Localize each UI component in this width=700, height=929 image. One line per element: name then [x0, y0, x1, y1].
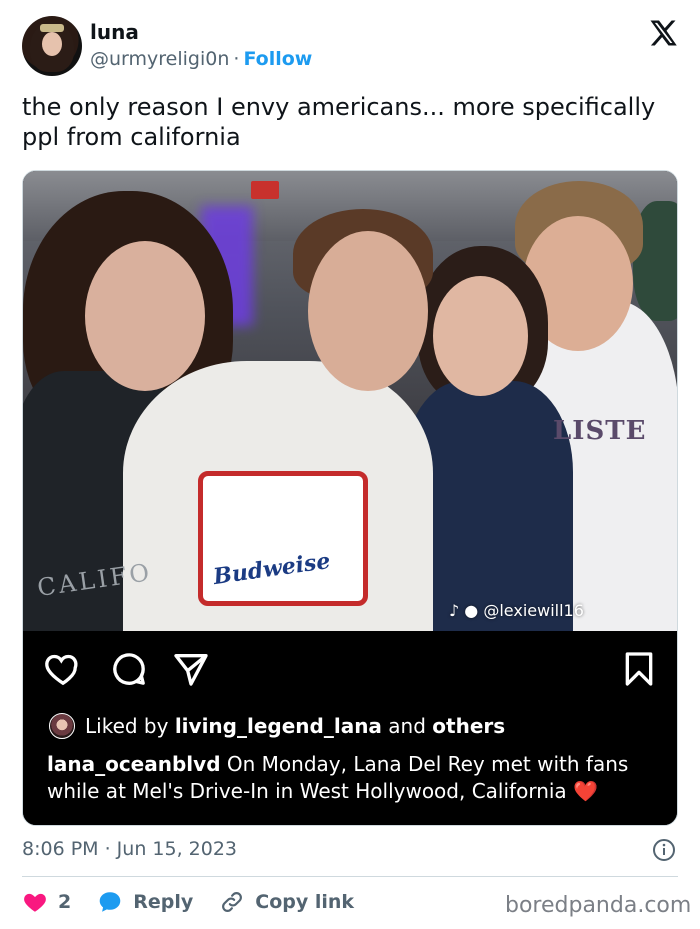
liked-prefix: Liked by: [85, 714, 169, 738]
tweet-text: the only reason I envy americans... more…: [22, 93, 656, 151]
liked-and: and: [388, 714, 426, 738]
heart-emoji: ❤️: [573, 779, 598, 803]
bookmark-icon[interactable]: [619, 649, 659, 689]
tweet-card: luna @urmyreligi0n · Follow the only reaso…: [0, 0, 700, 929]
liked-user[interactable]: living_legend_lana: [175, 714, 382, 738]
reply-bubble-icon: [99, 892, 121, 912]
tweet-media[interactable]: CALIFO Budweise LISTE ♪ ● @lexiewill16 L…: [22, 170, 678, 826]
author-handle-row: @urmyreligi0n · Follow: [90, 48, 312, 70]
copy-link-button[interactable]: Copy link: [219, 889, 354, 915]
photo-watermark: ♪ ● @lexiewill16: [449, 601, 584, 620]
author-avatar[interactable]: [22, 16, 82, 76]
heart-icon[interactable]: [43, 649, 83, 689]
reply-button[interactable]: Reply: [97, 889, 193, 915]
reply-label: Reply: [133, 891, 194, 913]
tweet-timestamp[interactable]: 8:06 PM · Jun 15, 2023: [22, 838, 237, 860]
separator-dot: ·: [233, 48, 240, 70]
copy-link-label: Copy link: [255, 891, 355, 913]
tweet-actions: 2 Reply Copy link: [22, 888, 380, 916]
liked-by-row[interactable]: Liked by living_legend_lana and others: [49, 711, 505, 741]
liker-avatar: [49, 713, 75, 739]
author-display-name[interactable]: luna: [90, 20, 139, 44]
boredpanda-watermark: boredpanda.com: [505, 893, 692, 918]
caption-user[interactable]: lana_oceanblvd: [47, 752, 221, 776]
link-icon: [222, 892, 243, 912]
author-handle[interactable]: @urmyreligi0n: [90, 48, 229, 70]
info-icon[interactable]: [652, 838, 676, 862]
shirt-text-right: LISTE: [553, 416, 647, 446]
group-photo: CALIFO Budweise LISTE ♪ ● @lexiewill16: [23, 171, 677, 631]
comment-icon[interactable]: [109, 649, 149, 689]
liked-others[interactable]: others: [432, 714, 505, 738]
like-button[interactable]: 2: [22, 889, 71, 915]
divider: [22, 876, 678, 877]
heart-icon: [24, 893, 46, 912]
like-count: 2: [58, 891, 72, 913]
x-logo-icon[interactable]: [648, 18, 678, 48]
share-icon[interactable]: [171, 649, 211, 689]
instagram-caption: lana_oceanblvd On Monday, Lana Del Rey m…: [47, 751, 657, 805]
instagram-panel: Liked by living_legend_lana and others l…: [23, 631, 677, 825]
follow-button[interactable]: Follow: [243, 48, 312, 70]
